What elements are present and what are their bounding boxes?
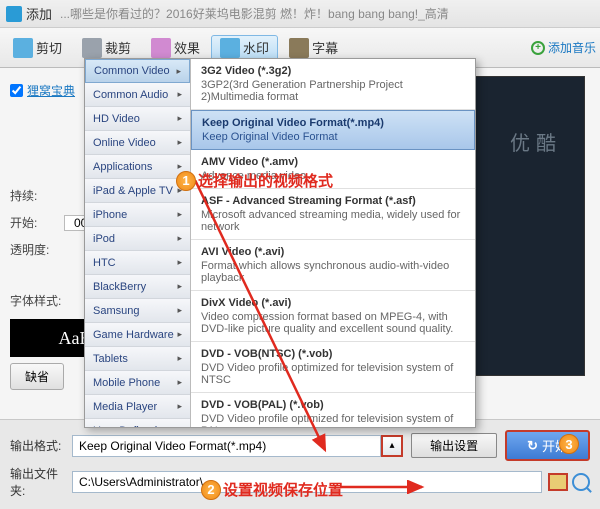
format-item[interactable]: AMV Video (*.amv)Advance media video xyxy=(191,150,475,189)
outdir-label: 输出文件夹: xyxy=(10,465,72,499)
format-dropdown: Common Video▸Common Audio▸HD Video▸Onlin… xyxy=(84,58,476,428)
outfmt-input[interactable] xyxy=(72,435,381,457)
format-item[interactable]: DVD - VOB(PAL) (*.vob)DVD Video profile … xyxy=(191,393,475,427)
format-item[interactable]: Keep Original Video Format(*.mp4)Keep Or… xyxy=(191,110,475,150)
search-icon[interactable] xyxy=(572,473,590,491)
format-item[interactable]: ASF - Advanced Streaming Format (*.asf)M… xyxy=(191,189,475,240)
opacity-label: 透明度: xyxy=(10,241,64,258)
duration-label: 持续: xyxy=(10,187,64,204)
category-item[interactable]: BlackBerry▸ xyxy=(85,275,190,299)
category-item[interactable]: Mobile Phone▸ xyxy=(85,371,190,395)
youku-logo: 优酷 xyxy=(510,127,562,156)
category-item[interactable]: Common Video▸ xyxy=(85,59,190,83)
category-item[interactable]: User Defined▸ xyxy=(85,419,190,427)
app-icon xyxy=(6,6,22,22)
format-item[interactable]: 3G2 Video (*.3g2)3GP2(3rd Generation Par… xyxy=(191,59,475,110)
fontstyle-label: 字体样式: xyxy=(10,292,74,309)
crop-icon xyxy=(82,38,102,58)
effect-icon xyxy=(151,38,171,58)
outfmt-dropdown-button[interactable] xyxy=(381,435,403,457)
output-settings-button[interactable]: 输出设置 xyxy=(411,433,497,458)
category-item[interactable]: Media Player▸ xyxy=(85,395,190,419)
tool-crop[interactable]: 裁剪 xyxy=(73,35,140,61)
start-label: 开始: xyxy=(10,214,64,231)
tool-watermark[interactable]: 水印 xyxy=(211,35,278,61)
watermark-icon xyxy=(220,38,240,58)
tool-cut[interactable]: 剪切 xyxy=(4,35,71,61)
format-item[interactable]: AVI Video (*.avi)Format which allows syn… xyxy=(191,240,475,291)
tool-subtitle[interactable]: 字幕 xyxy=(280,35,347,61)
add-music-link[interactable]: +添加音乐 xyxy=(531,39,596,56)
category-item[interactable]: Samsung▸ xyxy=(85,299,190,323)
titlebar-subtitle: ...哪些是你看过的？2016好莱坞电影混剪 燃！炸！bang bang ban… xyxy=(60,5,449,22)
subtitle-icon xyxy=(289,38,309,58)
scissors-icon xyxy=(13,38,33,58)
titlebar-add: 添加 xyxy=(26,4,52,23)
category-item[interactable]: Online Video▸ xyxy=(85,131,190,155)
baodian-checkbox[interactable] xyxy=(10,84,23,97)
baodian-link[interactable]: 狸窝宝典 xyxy=(27,82,75,99)
category-item[interactable]: Common Audio▸ xyxy=(85,83,190,107)
category-item[interactable]: iPod▸ xyxy=(85,227,190,251)
category-item[interactable]: Game Hardware▸ xyxy=(85,323,190,347)
start-button[interactable]: 开始 xyxy=(505,430,590,461)
outfmt-label: 输出格式: xyxy=(10,437,72,454)
tool-effect[interactable]: 效果 xyxy=(142,35,209,61)
category-item[interactable]: iPhone▸ xyxy=(85,203,190,227)
outdir-input[interactable] xyxy=(72,471,542,493)
category-item[interactable]: Applications▸ xyxy=(85,155,190,179)
category-item[interactable]: Tablets▸ xyxy=(85,347,190,371)
default-button[interactable]: 缺省 xyxy=(10,363,64,390)
category-item[interactable]: HTC▸ xyxy=(85,251,190,275)
plus-icon: + xyxy=(531,41,545,55)
category-item[interactable]: HD Video▸ xyxy=(85,107,190,131)
category-item[interactable]: iPad & Apple TV▸ xyxy=(85,179,190,203)
format-item[interactable]: DVD - VOB(NTSC) (*.vob)DVD Video profile… xyxy=(191,342,475,393)
folder-icon[interactable] xyxy=(548,473,568,491)
format-item[interactable]: DivX Video (*.avi)Video compression form… xyxy=(191,291,475,342)
